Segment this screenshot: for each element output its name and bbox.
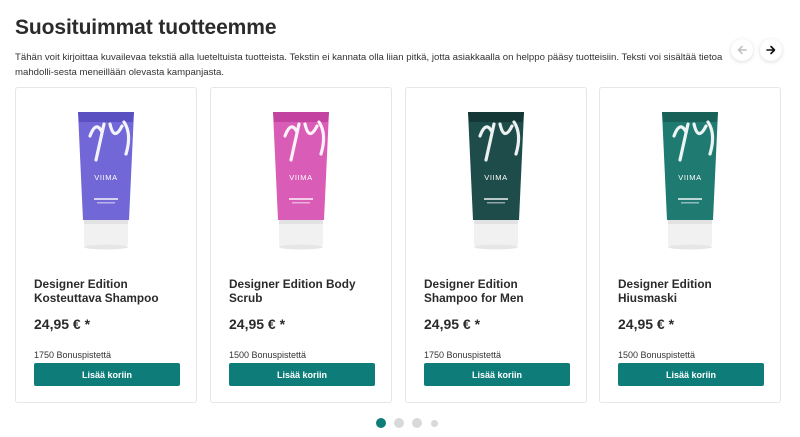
product-price: 24,95 € * — [34, 316, 91, 332]
product-card[interactable]: VIIMA Designer Edition Hiusmaski 24,95 €… — [599, 87, 781, 403]
product-name[interactable]: Designer Edition Body Scrub — [229, 277, 379, 305]
bonus-points: 1500 Bonuspistettä — [618, 350, 696, 360]
product-image[interactable]: VIIMA — [600, 102, 780, 252]
product-price: 24,95 € * — [229, 316, 286, 332]
product-image[interactable]: VIIMA — [211, 102, 391, 252]
add-to-cart-button[interactable]: Lisää koriin — [618, 363, 764, 386]
bonus-points: 1500 Bonuspistettä — [229, 350, 307, 360]
pagination-dot[interactable] — [430, 419, 438, 427]
brand-logo-text: VIIMA — [94, 173, 117, 182]
product-card[interactable]: VIIMA Designer Edition Kosteuttava Shamp… — [15, 87, 197, 403]
carousel-pagination — [0, 417, 800, 429]
section-description: Tähän voit kirjoittaa kuvailevaa tekstiä… — [15, 52, 723, 78]
product-image[interactable]: VIIMA — [16, 102, 196, 252]
product-card[interactable]: VIIMA Designer Edition Shampoo for Men 2… — [405, 87, 587, 403]
pagination-dot[interactable] — [376, 418, 386, 428]
product-tube-image: VIIMA — [273, 112, 329, 250]
product-price: 24,95 € * — [424, 316, 481, 332]
pagination-dot[interactable] — [394, 418, 404, 428]
arrow-left-icon — [737, 45, 747, 55]
brand-logo-text: VIIMA — [484, 173, 507, 182]
brand-logo-text: VIIMA — [678, 173, 701, 182]
add-to-cart-button[interactable]: Lisää koriin — [229, 363, 375, 386]
product-name[interactable]: Designer Edition Hiusmaski — [618, 277, 768, 305]
add-to-cart-button[interactable]: Lisää koriin — [424, 363, 570, 386]
product-image[interactable]: VIIMA — [406, 102, 586, 252]
product-tube-image: VIIMA — [468, 112, 524, 250]
product-name[interactable]: Designer Edition Kosteuttava Shampoo — [34, 277, 184, 305]
carousel-next-button[interactable] — [760, 39, 782, 61]
bonus-points: 1750 Bonuspistettä — [424, 350, 502, 360]
arrow-right-icon — [766, 45, 776, 55]
product-name[interactable]: Designer Edition Shampoo for Men — [424, 277, 574, 305]
product-price: 24,95 € * — [618, 316, 675, 332]
product-tube-image: VIIMA — [78, 112, 134, 250]
carousel-prev-button[interactable] — [731, 39, 753, 61]
pagination-dot[interactable] — [412, 418, 422, 428]
product-card[interactable]: VIIMA Designer Edition Body Scrub 24,95 … — [210, 87, 392, 403]
brand-logo-text: VIIMA — [289, 173, 312, 182]
bonus-points: 1750 Bonuspistettä — [34, 350, 112, 360]
section-title: Suosituimmat tuotteemme — [15, 16, 277, 39]
product-tube-image: VIIMA — [662, 112, 718, 250]
add-to-cart-button[interactable]: Lisää koriin — [34, 363, 180, 386]
